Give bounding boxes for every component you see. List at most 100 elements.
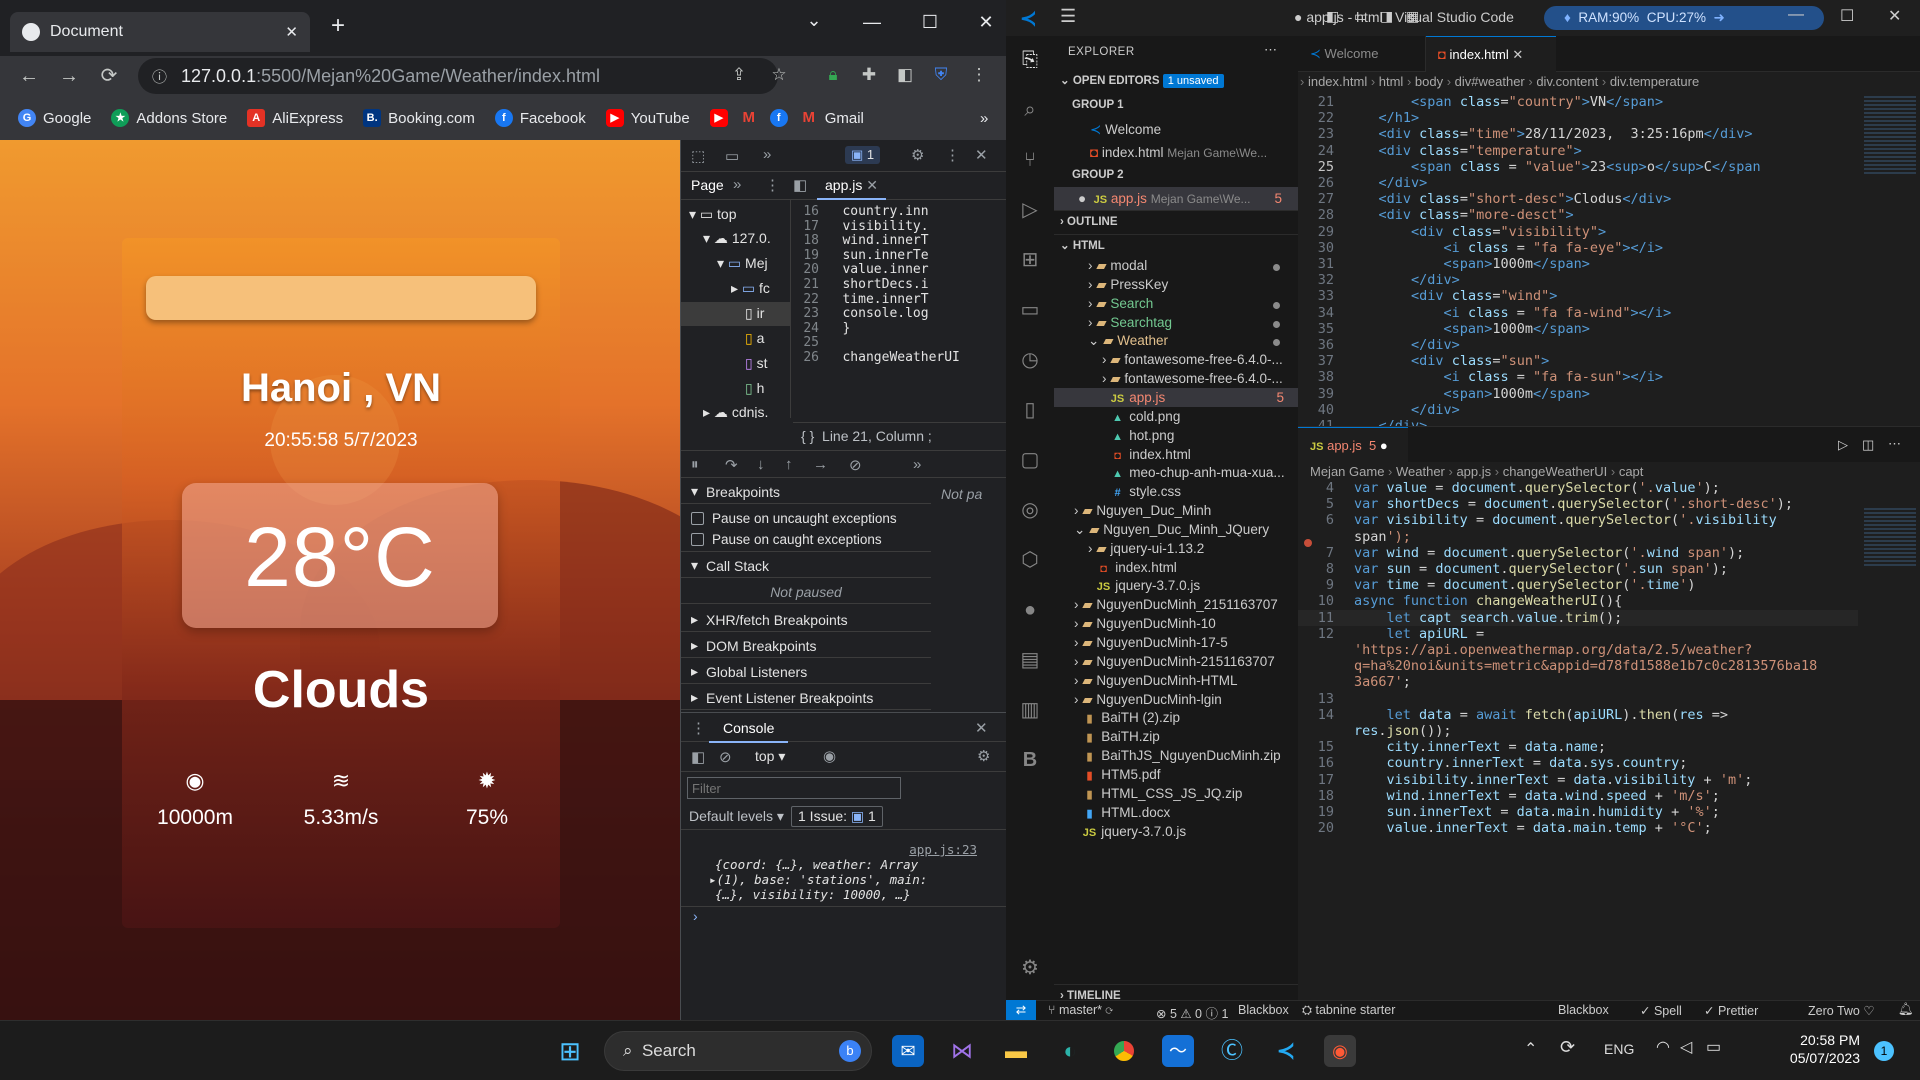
open-editors-header[interactable]: ⌄ OPEN EDITORS 1 unsaved xyxy=(1054,70,1298,93)
open-editor-index[interactable]: ◘ index.html Mejan Game\We... xyxy=(1054,141,1298,164)
tree-file[interactable]: JS app.js 5 xyxy=(1054,387,1298,407)
breadcrumb-item[interactable]: › capt xyxy=(1607,464,1644,479)
branch-status[interactable]: ⑂ master* ⟳ xyxy=(1048,1003,1113,1017)
bookmark-facebook[interactable]: f Facebook xyxy=(494,109,586,127)
volume-icon[interactable]: ◁ xyxy=(1680,1037,1692,1057)
blackbox-status-2[interactable]: Blackbox xyxy=(1558,1003,1609,1017)
bookmarks-icon[interactable]: ▯ xyxy=(1018,398,1042,422)
edge-icon[interactable]: ◐ xyxy=(1054,1035,1086,1067)
minimize-icon[interactable]: — xyxy=(852,8,892,36)
wifi-icon[interactable]: ◠ xyxy=(1656,1037,1670,1057)
bookmark-google[interactable]: G Google xyxy=(18,109,91,127)
breadcrumb-item[interactable]: › html xyxy=(1367,74,1404,89)
clock[interactable]: 20:58 PM 05/07/2023 xyxy=(1750,1031,1860,1067)
console-filter-input[interactable] xyxy=(687,777,901,799)
toggle-panel-icon[interactable]: ▭ xyxy=(1354,8,1367,25)
explorer-icon[interactable]: ⎘ xyxy=(1018,48,1042,72)
breadcrumb-item[interactable]: › body xyxy=(1403,74,1443,89)
tree-folder[interactable]: › ▰ fontawesome-free-6.4.0-... xyxy=(1054,350,1298,369)
tree-folder[interactable]: › ▰ Nguyen_Duc_Minh xyxy=(1054,501,1298,520)
context-selector[interactable]: top ▾ xyxy=(755,748,785,765)
tree-folder[interactable]: › ▰ Searchtag xyxy=(1054,313,1298,332)
app-red-icon[interactable]: ◉ xyxy=(1324,1035,1356,1067)
search-input[interactable] xyxy=(146,276,536,320)
tree-file[interactable]: JS jquery-3.7.0.js xyxy=(1054,576,1298,595)
maximize-icon[interactable]: ☐ xyxy=(910,8,950,36)
editor-more-icon[interactable]: ⋯ xyxy=(1888,436,1901,452)
run-debug-icon[interactable]: ▷ xyxy=(1018,198,1042,222)
devtools-close-icon[interactable]: ✕ xyxy=(975,146,988,164)
manage-gear-icon[interactable]: ⚙ xyxy=(1018,956,1042,980)
live-expression-eye-icon[interactable]: ◉ xyxy=(823,747,836,765)
tree-folder[interactable]: › ▰ fontawesome-free-6.4.0-... xyxy=(1054,369,1298,388)
visual-studio-icon[interactable]: ⋈ xyxy=(946,1035,978,1067)
minimize-icon[interactable]: — xyxy=(1788,6,1804,24)
whiteboard-icon[interactable]: 〜 xyxy=(1162,1035,1194,1067)
file-tab-appjs[interactable]: app.js ✕ xyxy=(817,172,886,200)
issues-button[interactable]: 1 Issue: ▣ 1 xyxy=(791,806,883,827)
source-control-icon[interactable]: ⑂ xyxy=(1018,148,1042,172)
mail-icon[interactable]: ✉ xyxy=(892,1035,924,1067)
bookmarks-overflow-icon[interactable]: » xyxy=(980,110,988,127)
tree-folder[interactable]: › ▰ NguyenDucMinh-10 xyxy=(1054,614,1298,633)
dom-breakpoints-section[interactable]: ▸ DOM Breakpoints xyxy=(681,634,931,658)
cortana-icon[interactable]: Ⓒ xyxy=(1216,1035,1248,1067)
log-source-link[interactable]: app.js:23 xyxy=(681,842,1006,857)
tab-close-icon[interactable]: ✕ xyxy=(285,23,298,41)
navigator-menu-icon[interactable]: ⋮ xyxy=(765,176,780,194)
remote-indicator-icon[interactable]: ⇄ xyxy=(1006,1000,1036,1020)
page-tab[interactable]: Page xyxy=(691,177,724,193)
problems-status[interactable]: ⊗ 5 ⚠ 0 ⓘ 1 xyxy=(1156,1003,1228,1020)
deactivate-breakpoints-icon[interactable]: ⊘ xyxy=(849,456,862,474)
checkbox-icon[interactable] xyxy=(691,533,704,546)
tree-folder[interactable]: › ▰ NguyenDucMinh-17-5 xyxy=(1054,633,1298,652)
tree-folder[interactable]: › ▰ jquery-ui-1.13.2 xyxy=(1054,539,1298,558)
tray-sync-icon[interactable]: ⟳ xyxy=(1560,1037,1575,1058)
event-listener-section[interactable]: ▸ Event Listener Breakpoints xyxy=(681,686,931,710)
forward-icon[interactable]: → xyxy=(54,62,84,90)
breadcrumb-item[interactable]: › div.content xyxy=(1525,74,1598,89)
tree-file[interactable]: ▮ BaiTH (2).zip xyxy=(1054,708,1298,727)
more-icon[interactable]: » xyxy=(913,456,921,473)
timeline-icon[interactable]: ◷ xyxy=(1018,348,1042,372)
breakpoints-section[interactable]: ▾ Breakpoints xyxy=(681,480,931,504)
bookmark-facebook-2[interactable]: f xyxy=(769,109,788,127)
expand-arrow-icon[interactable]: ▸ xyxy=(709,872,717,887)
close-file-icon[interactable]: ✕ xyxy=(866,177,878,193)
taskbar-search[interactable]: ⌕ Search b xyxy=(604,1031,872,1071)
checkbox-icon[interactable] xyxy=(691,511,704,525)
menu-hamburger-icon[interactable]: ☰ xyxy=(1060,6,1076,27)
breadcrumb-item[interactable]: › div.temperature xyxy=(1598,74,1699,89)
drawer-menu-icon[interactable]: ⋮ xyxy=(691,719,706,737)
step-over-icon[interactable]: ↷ xyxy=(725,456,738,474)
devtools-menu-icon[interactable]: ⋮ xyxy=(945,146,960,164)
tree-folder[interactable]: ⌄ ▰ Nguyen_Duc_Minh_JQuery xyxy=(1054,520,1298,539)
search-icon[interactable]: ⌕ xyxy=(1018,98,1042,122)
bookmark-booking[interactable]: B. Booking.com xyxy=(363,109,475,127)
tab-search-chevron-icon[interactable]: ⌄ xyxy=(794,6,834,34)
step-out-icon[interactable]: ↑ xyxy=(785,456,793,473)
pause-uncaught-checkbox[interactable]: Pause on uncaught exceptions xyxy=(681,506,931,530)
vscode-taskbar-icon[interactable]: ≺ xyxy=(1270,1035,1302,1067)
notifications-bell-icon[interactable]: 🔔︎ xyxy=(1898,1002,1914,1017)
breadcrumb-item[interactable]: › div#weather xyxy=(1443,74,1525,89)
battery-icon[interactable]: ▭ xyxy=(1706,1037,1721,1057)
close-icon[interactable]: ✕ xyxy=(1888,6,1901,26)
database-icon[interactable]: ▥ xyxy=(1018,698,1042,722)
docker-icon[interactable]: ⬡ xyxy=(1018,548,1042,572)
layout-icon[interactable]: ▦ xyxy=(1406,8,1419,25)
console-settings-icon[interactable]: ⚙ xyxy=(977,747,990,765)
bookmark-gmail[interactable]: M Gmail xyxy=(800,109,863,127)
html-folder-header[interactable]: ⌄ HTML xyxy=(1054,234,1298,257)
outline-header[interactable]: › OUTLINE xyxy=(1054,210,1298,233)
file-explorer-icon[interactable]: ▬ xyxy=(1000,1035,1032,1067)
notification-badge[interactable]: 1 xyxy=(1874,1041,1894,1061)
tab-index-html[interactable]: ◘ index.html ✕ xyxy=(1426,36,1556,72)
tree-item-folder[interactable]: ▾ ▭ Mej xyxy=(717,255,768,272)
blackbox-status[interactable]: Blackbox xyxy=(1238,1003,1289,1017)
pretty-print-icon[interactable]: { } xyxy=(801,428,814,444)
tabnine-status[interactable]: ⛭ tabnine starter xyxy=(1302,1003,1395,1018)
tree-file[interactable]: JS jquery-3.7.0.js xyxy=(1054,822,1298,841)
breadcrumb-item[interactable]: › Weather xyxy=(1384,464,1445,479)
tree-item-top[interactable]: ▾ ▭ top xyxy=(689,206,737,223)
